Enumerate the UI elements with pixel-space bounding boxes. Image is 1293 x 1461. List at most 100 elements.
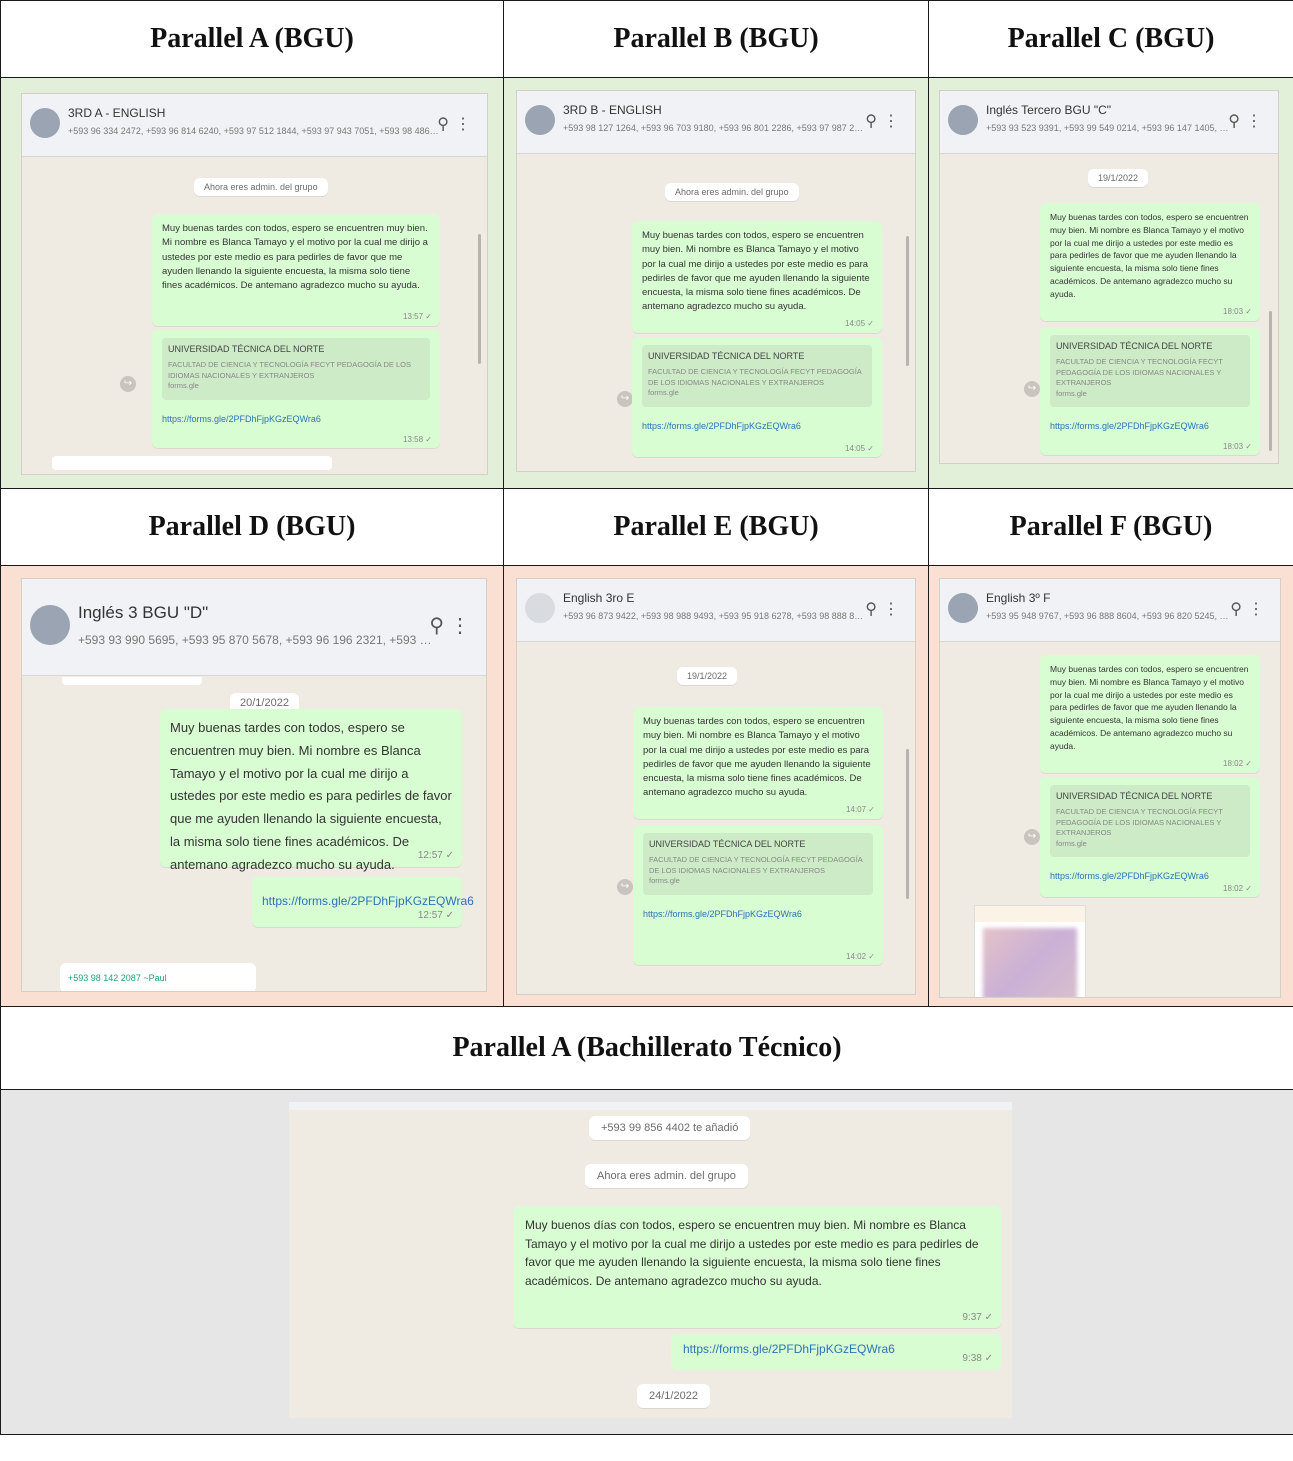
cell-shot-c: Inglés Tercero BGU "C" +593 93 523 9391,…: [928, 77, 1293, 489]
message-time: 14:05 ✓: [845, 319, 874, 328]
message-time: 12:57 ✓: [417, 849, 454, 861]
chat-screenshot-f: English 3º F +593 95 948 9767, +593 96 8…: [939, 578, 1281, 998]
link-preview-card: UNIVERSIDAD TÉCNICA DEL NORTE FACULTAD D…: [1040, 327, 1260, 455]
partial-bubble: [52, 456, 332, 470]
header-parallel-a: Parallel A (BGU): [0, 0, 504, 78]
message-bubble: Muy buenos días con todos, espero se enc…: [513, 1206, 1001, 1328]
kebab-menu-icon: ⋮: [450, 615, 476, 637]
chat-screenshot-a: 3RD A - ENGLISH +593 96 334 2472, +593 9…: [21, 93, 488, 475]
card-domain: forms.gle: [648, 388, 679, 397]
scrollbar: [906, 236, 909, 366]
cell-shot-d: Inglés 3 BGU "D" +593 93 990 5695, +593 …: [0, 565, 504, 1007]
message-time: 14:07 ✓: [846, 805, 875, 814]
group-title: 3RD B - ENGLISH: [563, 103, 662, 117]
card-subtitle: FACULTAD DE CIENCIA Y TECNOLOGÍA FECYT P…: [168, 360, 411, 380]
message-bubble: Muy buenas tardes con todos, espero se e…: [1040, 655, 1260, 773]
chat-header: English 3º F +593 95 948 9767, +593 96 8…: [940, 579, 1280, 642]
header-parallel-e: Parallel E (BGU): [503, 488, 929, 566]
group-avatar: [30, 605, 70, 645]
forward-icon: ↪: [1024, 829, 1040, 845]
chat-screenshot-tech: +593 99 856 4402 te añadió Ahora eres ad…: [289, 1102, 1012, 1418]
chat-header: Inglés Tercero BGU "C" +593 93 523 9391,…: [940, 91, 1278, 154]
form-link: https://forms.gle/2PFDhFjpKGzEQWra6: [642, 420, 801, 431]
group-avatar: [948, 105, 978, 135]
search-icon: ⚲: [1228, 113, 1246, 130]
message-time: 18:02 ✓: [1223, 759, 1252, 768]
chat-screenshot-c: Inglés Tercero BGU "C" +593 93 523 9391,…: [939, 90, 1279, 464]
system-notice: Ahora eres admin. del grupo: [194, 178, 328, 196]
system-notice: Ahora eres admin. del grupo: [665, 183, 799, 201]
chat-screenshot-b: 3RD B - ENGLISH +593 98 127 1264, +593 9…: [516, 90, 916, 472]
chat-header: 3RD B - ENGLISH +593 98 127 1264, +593 9…: [517, 91, 915, 154]
form-link: https://forms.gle/2PFDhFjpKGzEQWra6: [162, 413, 321, 424]
system-notice: Ahora eres admin. del grupo: [585, 1164, 748, 1188]
group-avatar: [30, 108, 60, 138]
group-title: Inglés Tercero BGU "C": [986, 103, 1112, 117]
message-time: 18:03 ✓: [1223, 307, 1252, 316]
card-domain: forms.gle: [649, 876, 680, 885]
forward-icon: ↪: [617, 879, 633, 895]
chat-header: Inglés 3 BGU "D" +593 93 990 5695, +593 …: [22, 579, 486, 676]
search-icon: ⚲: [865, 113, 883, 130]
card-domain: forms.gle: [168, 381, 199, 390]
link-time: 12:57 ✓: [417, 909, 454, 921]
kebab-menu-icon: ⋮: [455, 116, 477, 133]
group-members: +593 96 873 9422, +593 98 988 9493, +593…: [563, 611, 867, 621]
card-subtitle: FACULTAD DE CIENCIA Y TECNOLOGÍA FECYT P…: [649, 855, 863, 875]
group-members: +593 98 127 1264, +593 96 703 9180, +593…: [563, 123, 867, 133]
card-title: UNIVERSIDAD TÉCNICA DEL NORTE: [649, 839, 806, 849]
link-time: 14:02 ✓: [846, 952, 875, 961]
message-bubble: Muy buenas tardes con todos, espero se e…: [632, 221, 882, 333]
cell-shot-a: 3RD A - ENGLISH +593 96 334 2472, +593 9…: [0, 77, 504, 489]
chat-header: 3RD A - ENGLISH +593 96 334 2472, +593 9…: [22, 94, 487, 157]
group-avatar: [525, 593, 555, 623]
message-text: Muy buenas tardes con todos, espero se e…: [1050, 664, 1249, 751]
card-title: UNIVERSIDAD TÉCNICA DEL NORTE: [168, 344, 325, 354]
message-bubble: Muy buenas tardes con todos, espero se e…: [633, 707, 883, 819]
message-bubble: Muy buenas tardes con todos, espero se e…: [1040, 203, 1260, 321]
card-subtitle: FACULTAD DE CIENCIA Y TECNOLOGÍA FECYT P…: [648, 367, 862, 387]
kebab-menu-icon: ⋮: [883, 601, 905, 618]
scrollbar: [906, 749, 909, 899]
search-icon: ⚲: [1230, 601, 1248, 618]
chat-screenshot-e: English 3ro E +593 96 873 9422, +593 98 …: [516, 578, 916, 995]
chat-screenshot-d: Inglés 3 BGU "D" +593 93 990 5695, +593 …: [21, 578, 487, 992]
group-avatar: [525, 105, 555, 135]
added-notice: +593 99 856 4402 te añadió: [589, 1116, 751, 1140]
group-members: +593 93 990 5695, +593 95 870 5678, +593…: [78, 633, 438, 647]
form-link: https://forms.gle/2PFDhFjpKGzEQWra6: [643, 908, 802, 919]
image-message-thumbnail: [974, 905, 1086, 997]
link-time: 18:03 ✓: [1223, 442, 1252, 451]
group-title: 3RD A - ENGLISH: [68, 106, 166, 120]
date-chip: 19/1/2022: [677, 667, 738, 685]
message-text: Muy buenas tardes con todos, espero se e…: [642, 230, 870, 313]
header-parallel-d: Parallel D (BGU): [0, 488, 504, 566]
cell-shot-e: English 3ro E +593 96 873 9422, +593 98 …: [503, 565, 929, 1007]
group-title: English 3ro E: [563, 591, 635, 605]
message-text: Muy buenas tardes con todos, espero se e…: [162, 223, 428, 291]
link-time: 9:38 ✓: [962, 1353, 993, 1364]
card-subtitle: FACULTAD DE CIENCIA Y TECNOLOGÍA FECYT P…: [1056, 357, 1223, 387]
date-chip: 24/1/2022: [637, 1384, 710, 1408]
forward-icon: ↪: [617, 391, 633, 407]
search-icon: ⚲: [865, 601, 883, 618]
scrollbar: [1269, 311, 1272, 451]
search-icon: ⚲: [429, 615, 450, 637]
link-preview-card: UNIVERSIDAD TÉCNICA DEL NORTE FACULTAD D…: [633, 825, 883, 965]
message-time: 9:37 ✓: [962, 1311, 993, 1323]
forward-icon: ↪: [1024, 381, 1040, 397]
card-subtitle: FACULTAD DE CIENCIA Y TECNOLOGÍA FECYT P…: [1056, 807, 1223, 837]
group-avatar: [948, 593, 978, 623]
blurred-image: [983, 928, 1077, 997]
card-title: UNIVERSIDAD TÉCNICA DEL NORTE: [1056, 341, 1213, 351]
card-domain: forms.gle: [1056, 838, 1087, 848]
form-link: https://forms.gle/2PFDhFjpKGzEQWra6: [1050, 421, 1209, 431]
header-parallel-a-tecnico: Parallel A (Bachillerato Técnico): [0, 1006, 1293, 1090]
form-link: https://forms.gle/2PFDhFjpKGzEQWra6: [1050, 871, 1209, 881]
message-time: 13:57 ✓: [403, 312, 432, 321]
search-icon: ⚲: [437, 116, 455, 133]
survey-evidence-table: Parallel A (BGU) Parallel B (BGU) Parall…: [0, 0, 1293, 1435]
chat-header: English 3ro E +593 96 873 9422, +593 98 …: [517, 579, 915, 642]
cell-shot-b: 3RD B - ENGLISH +593 98 127 1264, +593 9…: [503, 77, 929, 489]
forward-icon: ↪: [120, 376, 136, 392]
